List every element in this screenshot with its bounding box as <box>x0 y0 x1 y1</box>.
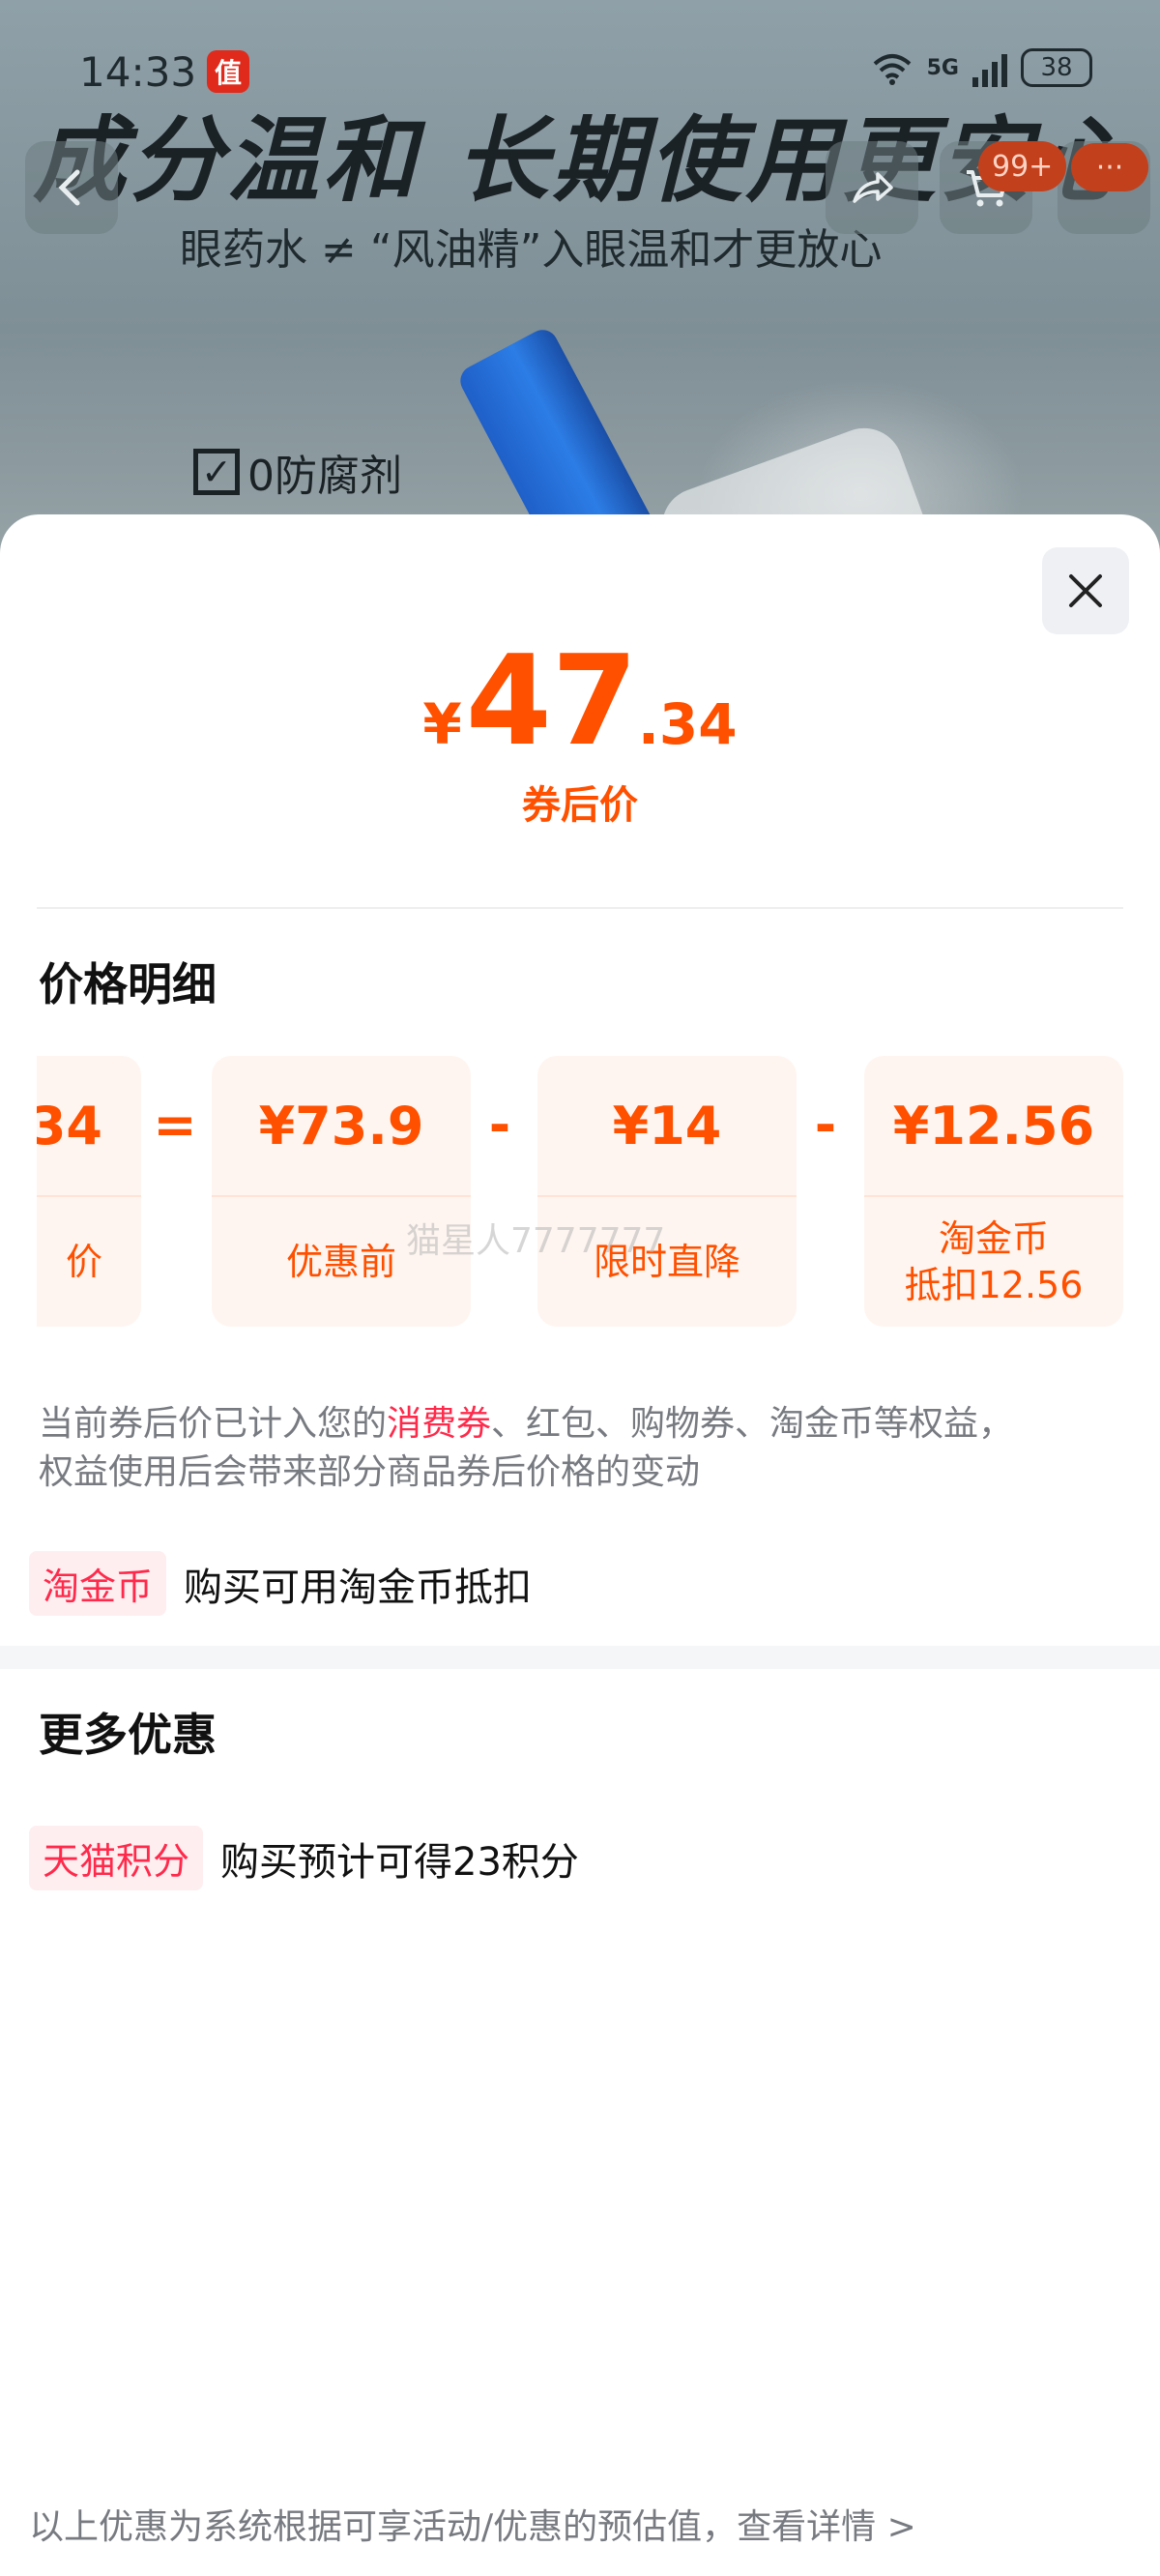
price-breakdown-strip[interactable]: 34 价 = ¥73.9 优惠前 - ¥14 限时直降 - ¥12.56 淘金币… <box>37 1056 1123 1327</box>
final-price: ¥ 47 .34 <box>0 640 1160 764</box>
price-detail-sheet: ¥ 47 .34 券后价 价格明细 34 价 = ¥73.9 优惠前 - ¥14… <box>0 514 1160 2576</box>
product-image-banner: 成分温和 长期使用更安心 眼药水 ≠ “风油精”入眼温和才更放心 ✓ 0防腐剂 … <box>0 0 1160 600</box>
cart-count-badge: 99+ <box>978 141 1067 191</box>
breakdown-label-line1: 淘金币 <box>938 1217 1049 1260</box>
price-decimal: .34 <box>637 691 738 757</box>
more-deals-title: 更多优惠 <box>39 1709 217 1761</box>
note-highlight-link[interactable]: 消费券 <box>387 1404 491 1444</box>
divider <box>37 907 1123 909</box>
more-options-badge: ··· <box>1071 143 1148 191</box>
chevron-left-icon <box>58 169 80 206</box>
price-integer: 47 <box>465 629 638 774</box>
section-separator <box>0 1646 1160 1669</box>
breakdown-card-final: 34 价 <box>37 1056 141 1327</box>
network-type: 5G <box>926 55 959 80</box>
tmall-points-text: 购买预计可得23积分 <box>220 1839 579 1885</box>
taojinbi-row: 淘金币 购买可用淘金币抵扣 <box>29 1551 532 1616</box>
breakdown-label: 淘金币 抵扣12.56 <box>864 1197 1123 1327</box>
breakdown-card-discount: ¥14 限时直降 <box>537 1056 797 1327</box>
status-indicators: 5G 38 <box>871 48 1092 87</box>
battery-icon: 38 <box>1021 48 1092 87</box>
breakdown-label-line2: 抵扣12.56 <box>904 1264 1084 1306</box>
breakdown-value: ¥14 <box>537 1056 797 1197</box>
breakdown-value: ¥12.56 <box>864 1056 1123 1197</box>
status-time: 14:33 <box>79 48 197 96</box>
status-bar: 14:33 值 5G 38 <box>0 39 1160 97</box>
tmall-points-row: 天猫积分 购买预计可得23积分 <box>29 1826 579 1890</box>
estimate-footer-link[interactable]: 以上优惠为系统根据可享活动/优惠的预估值，查看详情 > <box>29 2499 916 2549</box>
banner-subheading: 眼药水 ≠ “风油精”入眼温和才更放心 <box>180 225 883 275</box>
taojinbi-text: 购买可用淘金币抵扣 <box>184 1565 533 1610</box>
watermark-text: 猫星人7777777 <box>406 1221 666 1261</box>
minus-operator: - <box>814 1095 837 1156</box>
note-text: 当前券后价已计入您的 <box>39 1404 388 1444</box>
close-button[interactable] <box>1042 547 1129 634</box>
breakdown-value: ¥73.9 <box>212 1056 471 1197</box>
check-icon: ✓ <box>193 449 240 495</box>
back-button[interactable] <box>25 141 118 234</box>
equals-operator: = <box>153 1095 197 1156</box>
price-caption: 券后价 <box>522 783 638 828</box>
app-notification-icon: 值 <box>207 50 249 93</box>
close-icon <box>1069 574 1102 607</box>
price-note: 当前券后价已计入您的消费券、红包、购物券、淘金币等权益， 权益使用后会带来部分商… <box>39 1400 1121 1497</box>
note-text-line2: 权益使用后会带来部分商品券后价格的变动 <box>39 1452 701 1492</box>
tmall-points-tag: 天猫积分 <box>29 1826 204 1890</box>
share-button[interactable] <box>826 141 918 234</box>
share-icon <box>853 172 893 203</box>
banner-check-label: 0防腐剂 <box>247 452 402 501</box>
breakdown-card-coins: ¥12.56 淘金币 抵扣12.56 <box>864 1056 1123 1327</box>
price-detail-title: 价格明细 <box>39 958 217 1010</box>
note-text: 、红包、购物券、淘金币等权益， <box>491 1404 1014 1444</box>
taojinbi-tag: 淘金币 <box>29 1551 167 1616</box>
minus-operator: - <box>488 1095 511 1156</box>
breakdown-label: 价 <box>65 1241 102 1283</box>
banner-check-feature: ✓ 0防腐剂 <box>193 441 402 503</box>
breakdown-card-original: ¥73.9 优惠前 <box>212 1056 471 1327</box>
wifi-icon <box>873 54 911 85</box>
breakdown-value: 34 <box>37 1056 141 1197</box>
signal-strength-icon <box>972 48 1007 87</box>
currency-symbol: ¥ <box>422 691 462 757</box>
